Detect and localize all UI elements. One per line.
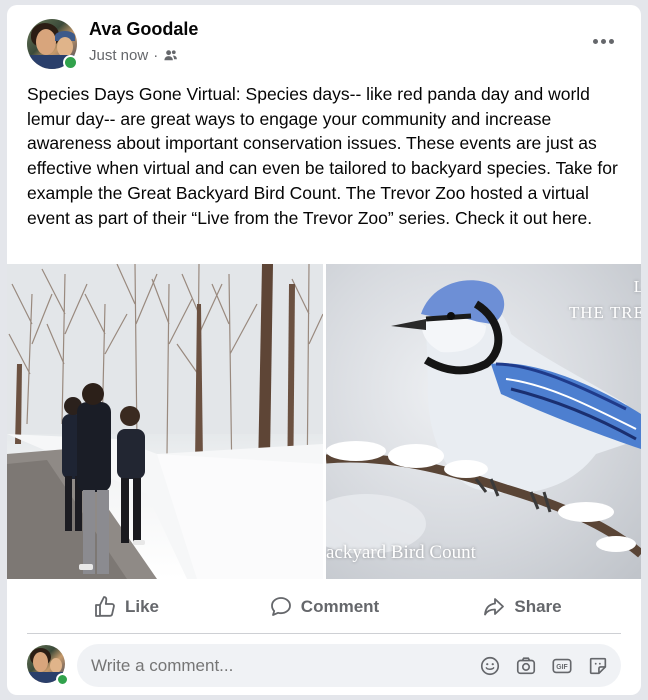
winter-road-illustration bbox=[7, 264, 323, 579]
dot-icon bbox=[608, 38, 614, 44]
online-status-dot bbox=[63, 55, 78, 70]
post-card: Ava Goodale Just now · Species Days Gone… bbox=[7, 5, 641, 695]
share-button[interactable]: Share bbox=[423, 585, 621, 629]
thumbs-up-icon bbox=[95, 596, 115, 617]
photo-winter-road[interactable] bbox=[7, 264, 323, 579]
comment-icon bbox=[270, 597, 291, 616]
comment-tools: GIF bbox=[479, 655, 621, 677]
post-timestamp[interactable]: Just now bbox=[89, 47, 148, 64]
video-caption-top: L THE TRE bbox=[568, 277, 641, 322]
share-label: Share bbox=[514, 597, 562, 616]
comment-label: Comment bbox=[300, 597, 380, 616]
comment-button[interactable]: Comment bbox=[225, 585, 423, 629]
friends-icon[interactable] bbox=[163, 48, 178, 63]
svg-text:GIF: GIF bbox=[556, 664, 567, 671]
post-meta: Just now · bbox=[89, 47, 178, 64]
more-options-button[interactable] bbox=[587, 29, 619, 53]
post-actions: Like Comment Share bbox=[27, 585, 621, 629]
emoji-icon[interactable] bbox=[479, 655, 501, 677]
actions-divider bbox=[27, 633, 621, 634]
gif-icon[interactable]: GIF bbox=[551, 655, 573, 677]
comment-input[interactable] bbox=[91, 655, 479, 676]
sticker-icon[interactable] bbox=[587, 655, 609, 677]
post-text: Species Days Gone Virtual: Species days-… bbox=[27, 84, 618, 228]
like-label: Like bbox=[124, 597, 160, 616]
dot-icon bbox=[600, 38, 606, 44]
video-caption-bottom: ackyard Bird Count bbox=[326, 542, 476, 563]
photo-blue-jay[interactable]: L THE TRE ackyard Bird Count bbox=[326, 264, 641, 579]
author-name[interactable]: Ava Goodale bbox=[89, 19, 198, 40]
post-media: L THE TRE ackyard Bird Count bbox=[7, 264, 641, 579]
commenter-online-dot bbox=[56, 673, 69, 686]
like-button[interactable]: Like bbox=[27, 585, 225, 629]
camera-icon[interactable] bbox=[515, 655, 537, 677]
share-icon bbox=[484, 598, 505, 616]
comment-box[interactable]: GIF bbox=[77, 644, 621, 687]
meta-separator: · bbox=[153, 47, 159, 64]
dot-icon bbox=[592, 38, 598, 44]
